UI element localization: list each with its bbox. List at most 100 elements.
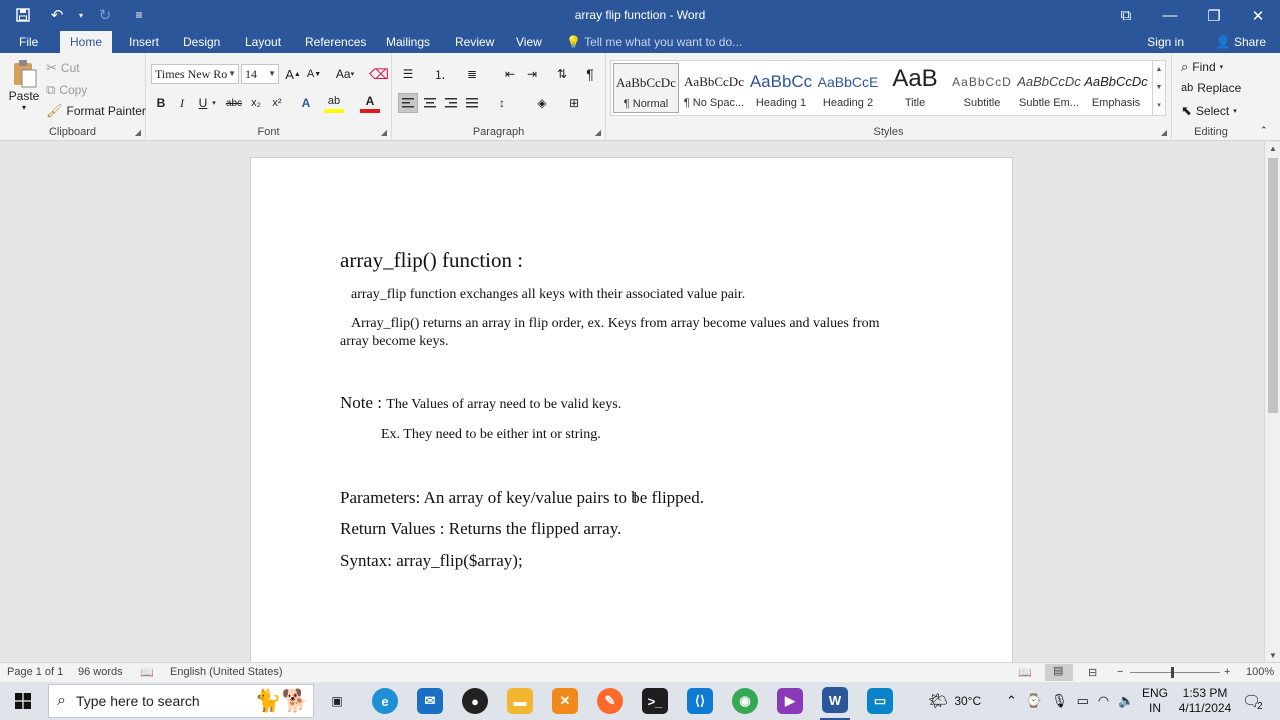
italic-button[interactable]: I	[172, 93, 192, 113]
tab-file[interactable]: File	[9, 31, 48, 53]
chrome-icon[interactable]: ◉	[730, 682, 760, 720]
style-emphasis[interactable]: AaBbCcDc Emphasis	[1083, 63, 1149, 113]
scroll-down-icon[interactable]: ▼	[1153, 79, 1165, 97]
zoom-in-icon[interactable]: +	[1224, 666, 1230, 678]
tab-review[interactable]: Review	[445, 31, 504, 53]
page-count[interactable]: Page 1 of 1	[7, 666, 63, 678]
change-case-button[interactable]: Aa ▾	[331, 64, 359, 84]
tab-insert[interactable]: Insert	[119, 31, 169, 53]
vertical-scrollbar[interactable]: ▲ ▼	[1264, 142, 1280, 662]
style-title[interactable]: AaB Title	[882, 63, 948, 113]
language-indicator-tray[interactable]: ENG IN	[1142, 682, 1168, 720]
style-no-spacing[interactable]: AaBbCcDc ¶ No Spac...	[681, 63, 747, 113]
style-heading-1[interactable]: AaBbCc Heading 1	[748, 63, 814, 113]
mail-icon[interactable]: ✉	[415, 682, 445, 720]
justify-icon[interactable]	[462, 93, 482, 113]
tell-me-search[interactable]: 💡 Tell me what you want to do...	[566, 31, 742, 53]
shading-icon[interactable]: ◈	[532, 93, 552, 113]
shrink-font-button[interactable]: A ▼	[304, 64, 324, 84]
zoom-slider[interactable]	[1130, 672, 1220, 673]
styles-gallery-scroll[interactable]: ▲ ▼ ▾	[1152, 60, 1166, 116]
replace-button[interactable]: ab Replace	[1181, 81, 1241, 95]
start-button[interactable]	[8, 682, 38, 720]
highlight-button[interactable]: ab	[324, 93, 344, 113]
font-name-combo[interactable]: Times New Ro ▼	[151, 64, 239, 84]
ribbon-display-options-icon[interactable]: ⧉	[1104, 0, 1148, 31]
line-spacing-icon[interactable]: ↕	[492, 93, 512, 113]
share-button[interactable]: 👤 Share	[1216, 31, 1266, 53]
notification-center[interactable]: 🗨 2	[1242, 682, 1263, 720]
numbering-icon[interactable]: ⒈	[430, 64, 450, 84]
terminal-icon[interactable]: >_	[640, 682, 670, 720]
text-effects-button[interactable]: A	[296, 93, 316, 113]
format-painter-button[interactable]: 🖌 Format Painter	[46, 103, 146, 119]
scroll-down-icon[interactable]: ▼	[1265, 651, 1280, 660]
tab-design[interactable]: Design	[173, 31, 230, 53]
minimize-button[interactable]: —	[1148, 0, 1192, 31]
scrollbar-thumb[interactable]	[1268, 158, 1278, 413]
microphone-icon[interactable]: 🎙	[1051, 693, 1068, 709]
strikethrough-button[interactable]: abc	[224, 93, 244, 113]
battery-icon[interactable]: ▭	[1077, 693, 1089, 709]
align-center-icon[interactable]	[420, 93, 440, 113]
show-formatting-marks-icon[interactable]: ¶	[580, 64, 600, 84]
wifi-icon[interactable]: ◠	[1098, 693, 1109, 709]
tab-view[interactable]: View	[506, 31, 552, 53]
styles-launcher-icon[interactable]: ◢	[1161, 128, 1167, 137]
select-button[interactable]: ⬉ Select ▾	[1181, 103, 1237, 119]
style-normal[interactable]: AaBbCcDc ¶ Normal	[613, 63, 679, 113]
proofing-icon[interactable]: 📖	[140, 666, 154, 679]
align-right-icon[interactable]	[441, 93, 461, 113]
xampp-icon[interactable]: ✕	[550, 682, 580, 720]
obs-icon[interactable]: ●	[460, 682, 490, 720]
chevron-up-icon[interactable]: ⌃	[1006, 693, 1017, 709]
increase-indent-icon[interactable]: ⇥	[522, 64, 542, 84]
zoom-out-icon[interactable]: −	[1117, 666, 1123, 678]
underline-dropdown-icon[interactable]: ▾	[209, 93, 219, 113]
paragraph-launcher-icon[interactable]: ◢	[595, 128, 601, 137]
zoom-level[interactable]: 100%	[1246, 666, 1274, 678]
font-launcher-icon[interactable]: ◢	[381, 128, 387, 137]
find-button[interactable]: ⌕ Find ▾	[1181, 59, 1223, 75]
language-indicator[interactable]: English (United States)	[170, 666, 283, 678]
zoom-slider-thumb[interactable]	[1171, 667, 1174, 678]
superscript-button[interactable]: x²	[267, 93, 287, 113]
grow-font-button[interactable]: A ▲	[283, 64, 303, 84]
file-explorer-icon[interactable]: ▬	[505, 682, 535, 720]
style-subtle-emphasis[interactable]: AaBbCcDc Subtle Em...	[1016, 63, 1082, 113]
weather-widget[interactable]: 🌤 30°C	[928, 682, 981, 720]
scroll-up-icon[interactable]: ▲	[1265, 144, 1280, 153]
word-taskbar-icon[interactable]: W	[820, 682, 850, 720]
close-button[interactable]: ✕	[1236, 0, 1280, 31]
bullets-icon[interactable]: ☰	[398, 64, 418, 84]
style-subtitle[interactable]: AaBbCcD Subtitle	[949, 63, 1015, 113]
tab-mailings[interactable]: Mailings	[376, 31, 440, 53]
align-left-icon[interactable]	[398, 93, 418, 113]
decrease-indent-icon[interactable]: ⇤	[500, 64, 520, 84]
sort-icon[interactable]: ⇅	[552, 64, 572, 84]
tab-layout[interactable]: Layout	[235, 31, 291, 53]
sublime-icon[interactable]: ✎	[595, 682, 625, 720]
taskbar-search[interactable]: ⌕ Type here to search 🐈🐕	[48, 684, 314, 718]
paste-dropdown-icon[interactable]: ▾	[22, 103, 26, 112]
scroll-up-icon[interactable]: ▲	[1153, 61, 1165, 79]
video-editor-icon[interactable]: ▶	[775, 682, 805, 720]
sign-in-link[interactable]: Sign in	[1147, 31, 1184, 53]
photos-icon[interactable]: ▭	[865, 682, 895, 720]
clock[interactable]: 1:53 PM 4/11/2024	[1175, 682, 1235, 720]
speaker-icon[interactable]: 🔈	[1118, 693, 1134, 709]
meet-icon[interactable]: ⌚	[1026, 693, 1042, 709]
word-count[interactable]: 96 words	[78, 666, 123, 678]
font-size-combo[interactable]: 14 ▼	[241, 64, 279, 84]
clear-formatting-icon[interactable]: ⌫	[369, 64, 389, 84]
edge-icon[interactable]: e	[370, 682, 400, 720]
borders-icon[interactable]: ⊞	[564, 93, 584, 113]
tab-references[interactable]: References	[295, 31, 376, 53]
bold-button[interactable]: B	[151, 93, 171, 113]
print-layout-icon[interactable]: ▤	[1045, 664, 1073, 681]
multilevel-list-icon[interactable]: ≣	[462, 64, 482, 84]
more-styles-icon[interactable]: ▾	[1153, 97, 1165, 115]
web-layout-icon[interactable]: ⊟	[1088, 666, 1097, 679]
tab-home[interactable]: Home	[60, 31, 113, 53]
vscode-icon[interactable]: ⟨⟩	[685, 682, 715, 720]
